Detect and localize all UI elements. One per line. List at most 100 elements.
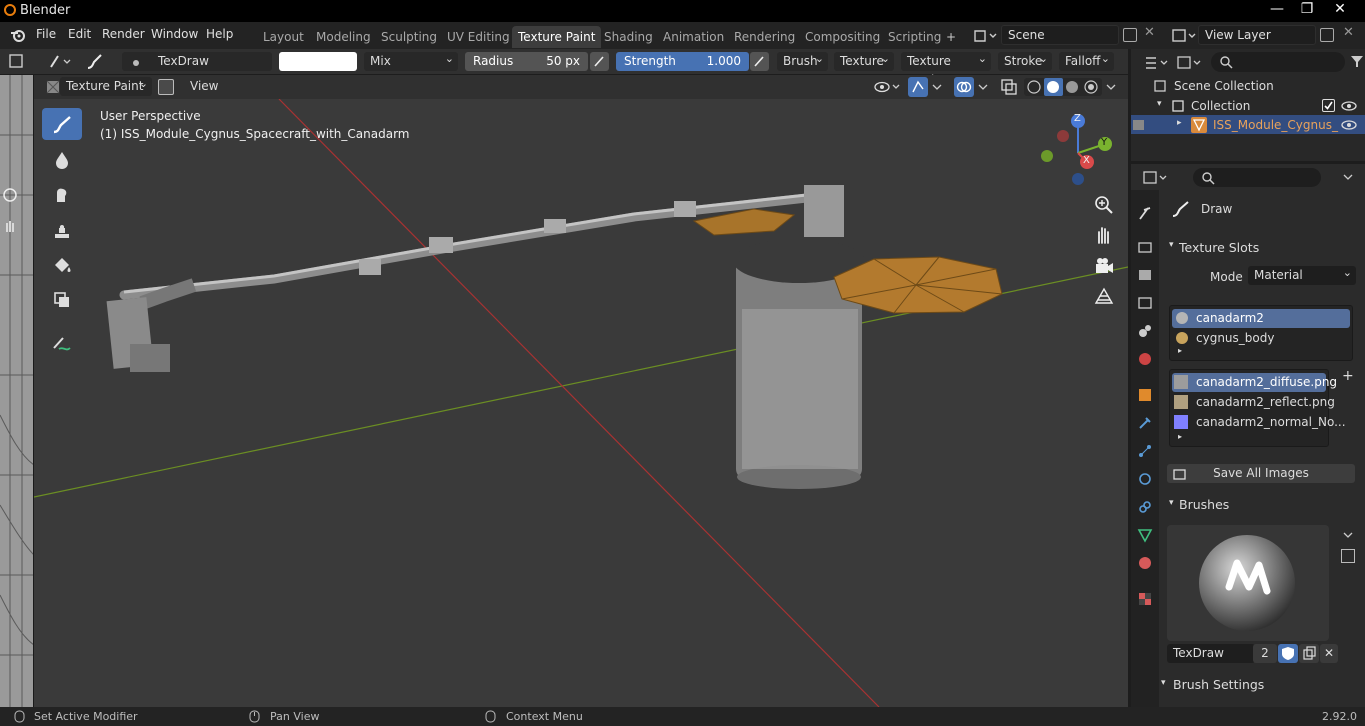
interaction-mode-dropdown[interactable]: Texture Paint bbox=[60, 74, 152, 96]
blend-mode-dropdown[interactable]: Mix bbox=[364, 49, 458, 71]
visibility-icon[interactable] bbox=[874, 79, 902, 95]
overlay-toggle-icon[interactable] bbox=[954, 77, 974, 97]
menu-render[interactable]: Render bbox=[102, 27, 145, 41]
brush-name-field[interactable]: TexDraw bbox=[1167, 644, 1255, 663]
material-item-cygnus-body[interactable]: cygnus_body bbox=[1172, 329, 1350, 348]
shading-dropdown-icon[interactable] bbox=[1104, 79, 1118, 95]
view-layer-selector-icon[interactable] bbox=[1170, 27, 1198, 45]
tab-data-icon[interactable] bbox=[1136, 526, 1154, 544]
object-label[interactable]: ISS_Module_Cygnus_ bbox=[1213, 118, 1338, 132]
tab-scene-icon[interactable] bbox=[1136, 322, 1154, 340]
texture-mask-menu[interactable]: Texture Mask bbox=[901, 49, 991, 87]
display-mode-icon[interactable] bbox=[1175, 54, 1205, 72]
view-layer-name-field[interactable]: View Layer bbox=[1198, 25, 1316, 45]
tab-physics-icon[interactable] bbox=[1136, 470, 1154, 488]
tool-selector-icon[interactable] bbox=[48, 52, 74, 71]
menu-file[interactable]: File bbox=[36, 27, 56, 41]
image-list-expand-icon[interactable]: ▸ bbox=[1178, 432, 1182, 441]
brush-image-icon[interactable] bbox=[1341, 549, 1355, 563]
unlink-brush-icon[interactable]: ✕ bbox=[1320, 644, 1338, 663]
tab-texture-paint[interactable]: Texture Paint bbox=[512, 26, 602, 48]
collection-visibility-icon[interactable] bbox=[1341, 99, 1357, 113]
tab-particles-icon[interactable] bbox=[1136, 442, 1154, 460]
tab-sculpting[interactable]: Sculpting bbox=[375, 26, 443, 48]
brush-settings-title[interactable]: Brush Settings bbox=[1173, 677, 1264, 692]
gizmo-toggle-icon[interactable] bbox=[908, 77, 928, 97]
fake-user-shield-icon[interactable] bbox=[1278, 644, 1298, 663]
radius-pressure-icon[interactable] bbox=[590, 52, 609, 71]
3d-viewport[interactable]: User Perspective (1) ISS_Module_Cygnus_S… bbox=[34, 99, 1128, 707]
tab-view-layer-icon[interactable] bbox=[1136, 294, 1154, 312]
camera-view-icon[interactable] bbox=[1092, 255, 1116, 279]
texture-slots-title[interactable]: Texture Slots bbox=[1179, 240, 1259, 255]
brushes-collapse-icon[interactable]: ▾ bbox=[1169, 498, 1174, 508]
new-scene-icon[interactable] bbox=[1123, 28, 1137, 42]
material-list-expand-icon[interactable]: ▸ bbox=[1178, 346, 1182, 355]
outliner-search-input[interactable] bbox=[1211, 52, 1345, 72]
strength-pressure-icon[interactable] bbox=[750, 52, 769, 71]
properties-search-input[interactable] bbox=[1193, 168, 1321, 187]
tab-uv-editing[interactable]: UV Editing bbox=[441, 26, 516, 48]
collection-expand-icon[interactable]: ▾ bbox=[1157, 99, 1162, 109]
overlay-dropdown-icon[interactable] bbox=[976, 79, 990, 95]
tool-fill[interactable] bbox=[42, 248, 82, 280]
strength-slider[interactable]: Strength 1.000 bbox=[616, 52, 749, 71]
outliner-editor-type-icon[interactable] bbox=[1143, 54, 1171, 72]
tool-annotate[interactable] bbox=[42, 326, 82, 358]
brush-users-count[interactable]: 2 bbox=[1253, 644, 1277, 663]
texture-slot-mode-dropdown[interactable]: Material bbox=[1248, 263, 1356, 285]
collection-include-checkbox[interactable] bbox=[1322, 99, 1335, 112]
tab-compositing[interactable]: Compositing bbox=[799, 26, 886, 48]
gizmo-dropdown-icon[interactable] bbox=[930, 79, 944, 95]
tool-clone[interactable] bbox=[42, 213, 82, 245]
tab-constraints-icon[interactable] bbox=[1136, 498, 1154, 516]
image-item-normal[interactable]: canadarm2_normal_No... bbox=[1172, 413, 1346, 432]
properties-options-icon[interactable] bbox=[1341, 170, 1355, 184]
stroke-menu[interactable]: Stroke bbox=[998, 49, 1052, 71]
tab-texture-icon[interactable] bbox=[1136, 590, 1154, 608]
pan-hand-icon[interactable] bbox=[1092, 223, 1116, 247]
save-all-images-button[interactable]: Save All Images bbox=[1167, 464, 1355, 483]
properties-editor-type-icon[interactable] bbox=[1141, 169, 1171, 187]
tab-world-icon[interactable] bbox=[1136, 350, 1154, 368]
tab-scripting[interactable]: Scripting bbox=[882, 26, 947, 48]
tab-rendering[interactable]: Rendering bbox=[728, 26, 801, 48]
tool-smear[interactable] bbox=[42, 178, 82, 210]
tool-draw[interactable] bbox=[42, 108, 82, 140]
texture-slots-collapse-icon[interactable]: ▾ bbox=[1169, 240, 1174, 250]
uv-editor-strip[interactable] bbox=[0, 75, 34, 707]
scene-collection-label[interactable]: Scene Collection bbox=[1174, 79, 1274, 93]
tab-output-icon[interactable] bbox=[1136, 266, 1154, 284]
texture-menu[interactable]: Texture bbox=[834, 49, 894, 71]
scene-name-field[interactable]: Scene bbox=[1001, 25, 1119, 45]
tab-tool-icon[interactable] bbox=[1136, 204, 1154, 222]
tab-object-icon[interactable] bbox=[1136, 386, 1154, 404]
image-item-diffuse[interactable]: canadarm2_diffuse.png bbox=[1172, 373, 1337, 392]
brush-menu[interactable]: Brush bbox=[777, 49, 828, 71]
tab-layout[interactable]: Layout bbox=[257, 26, 310, 48]
restore-button[interactable]: ❐ bbox=[1292, 0, 1322, 20]
brush-dropdown-icon[interactable] bbox=[1341, 528, 1355, 542]
scene-selector-icon[interactable] bbox=[972, 27, 998, 45]
xray-toggle-icon[interactable] bbox=[1000, 78, 1018, 96]
menu-help[interactable]: Help bbox=[206, 27, 233, 41]
tool-soften[interactable] bbox=[42, 143, 82, 175]
view-menu[interactable]: View bbox=[184, 77, 224, 96]
remove-view-layer-icon[interactable]: ✕ bbox=[1343, 25, 1354, 40]
brush-preview[interactable] bbox=[1167, 525, 1329, 641]
image-item-reflect[interactable]: canadarm2_reflect.png bbox=[1172, 393, 1335, 412]
tab-modeling[interactable]: Modeling bbox=[310, 26, 377, 48]
new-view-layer-icon[interactable] bbox=[1320, 28, 1334, 42]
tool-mask[interactable] bbox=[42, 283, 82, 315]
zoom-icon[interactable] bbox=[1092, 193, 1116, 217]
remove-scene-icon[interactable]: ✕ bbox=[1144, 25, 1155, 40]
brushes-title[interactable]: Brushes bbox=[1179, 497, 1229, 512]
collection-label[interactable]: Collection bbox=[1191, 99, 1250, 113]
ortho-grid-icon[interactable] bbox=[1092, 285, 1116, 309]
uv-pan-icon[interactable] bbox=[2, 218, 18, 234]
editor-type-icon[interactable] bbox=[8, 52, 28, 71]
tab-animation[interactable]: Animation bbox=[657, 26, 730, 48]
brush-browse-icon[interactable] bbox=[128, 57, 144, 67]
paint-mask-toggle-icon[interactable] bbox=[158, 79, 174, 95]
blender-menu-icon[interactable] bbox=[10, 27, 26, 43]
